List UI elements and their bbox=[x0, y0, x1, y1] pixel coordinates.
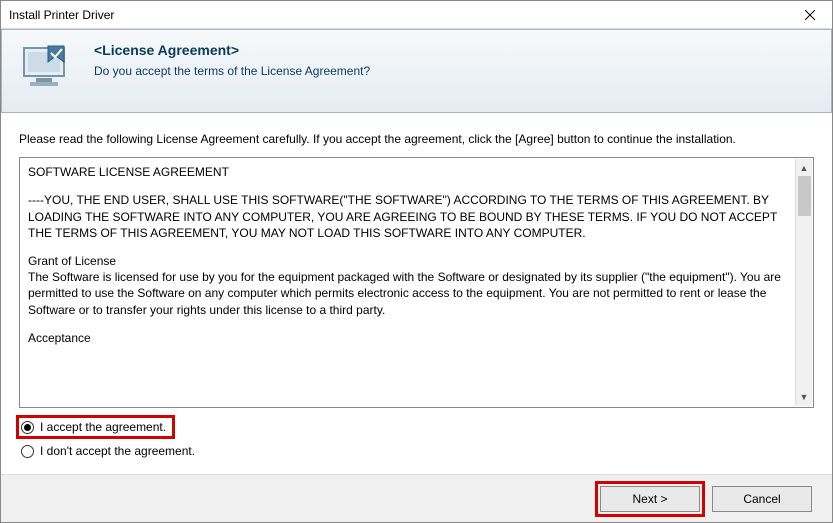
close-button[interactable] bbox=[788, 1, 832, 29]
scroll-up-arrow-icon[interactable]: ▲ bbox=[796, 159, 813, 176]
license-grant-body: The Software is licensed for use by you … bbox=[28, 269, 791, 318]
radio-decline[interactable]: I don't accept the agreement. bbox=[19, 442, 201, 460]
header-subtitle: Do you accept the terms of the License A… bbox=[94, 64, 370, 78]
license-grant-heading: Grant of License bbox=[28, 253, 791, 269]
next-button[interactable]: Next > bbox=[600, 486, 700, 512]
radio-icon bbox=[21, 421, 34, 434]
license-container: SOFTWARE LICENSE AGREEMENT ----YOU, THE … bbox=[19, 157, 814, 408]
instructions-text: Please read the following License Agreem… bbox=[19, 131, 814, 147]
scroll-down-arrow-icon[interactable]: ▼ bbox=[796, 389, 813, 406]
radio-accept[interactable]: I accept the agreement. bbox=[19, 418, 172, 436]
license-heading: SOFTWARE LICENSE AGREEMENT bbox=[28, 164, 791, 180]
wizard-icon bbox=[18, 42, 76, 94]
install-printer-driver-dialog: Install Printer Driver <License Agreemen… bbox=[0, 0, 833, 523]
scroll-thumb[interactable] bbox=[798, 176, 811, 216]
titlebar: Install Printer Driver bbox=[1, 1, 832, 29]
header-title: <License Agreement> bbox=[94, 42, 370, 58]
radio-group: I accept the agreement. I don't accept t… bbox=[19, 418, 814, 466]
license-text: SOFTWARE LICENSE AGREEMENT ----YOU, THE … bbox=[28, 164, 791, 346]
window-title: Install Printer Driver bbox=[9, 8, 114, 22]
radio-icon bbox=[21, 445, 34, 458]
license-textbox[interactable]: SOFTWARE LICENSE AGREEMENT ----YOU, THE … bbox=[19, 157, 814, 408]
license-para1: ----YOU, THE END USER, SHALL USE THIS SO… bbox=[28, 192, 791, 241]
radio-accept-label: I accept the agreement. bbox=[40, 420, 166, 434]
next-button-highlight: Next > bbox=[600, 486, 700, 512]
footer: Next > Cancel bbox=[1, 474, 832, 522]
scrollbar[interactable]: ▲ ▼ bbox=[795, 159, 812, 406]
cancel-button[interactable]: Cancel bbox=[712, 486, 812, 512]
header-text: <License Agreement> Do you accept the te… bbox=[94, 42, 370, 78]
header-band: <License Agreement> Do you accept the te… bbox=[1, 29, 832, 113]
radio-decline-label: I don't accept the agreement. bbox=[40, 444, 195, 458]
license-acceptance-heading: Acceptance bbox=[28, 330, 791, 346]
body-area: Please read the following License Agreem… bbox=[1, 113, 832, 474]
close-icon bbox=[805, 10, 815, 20]
